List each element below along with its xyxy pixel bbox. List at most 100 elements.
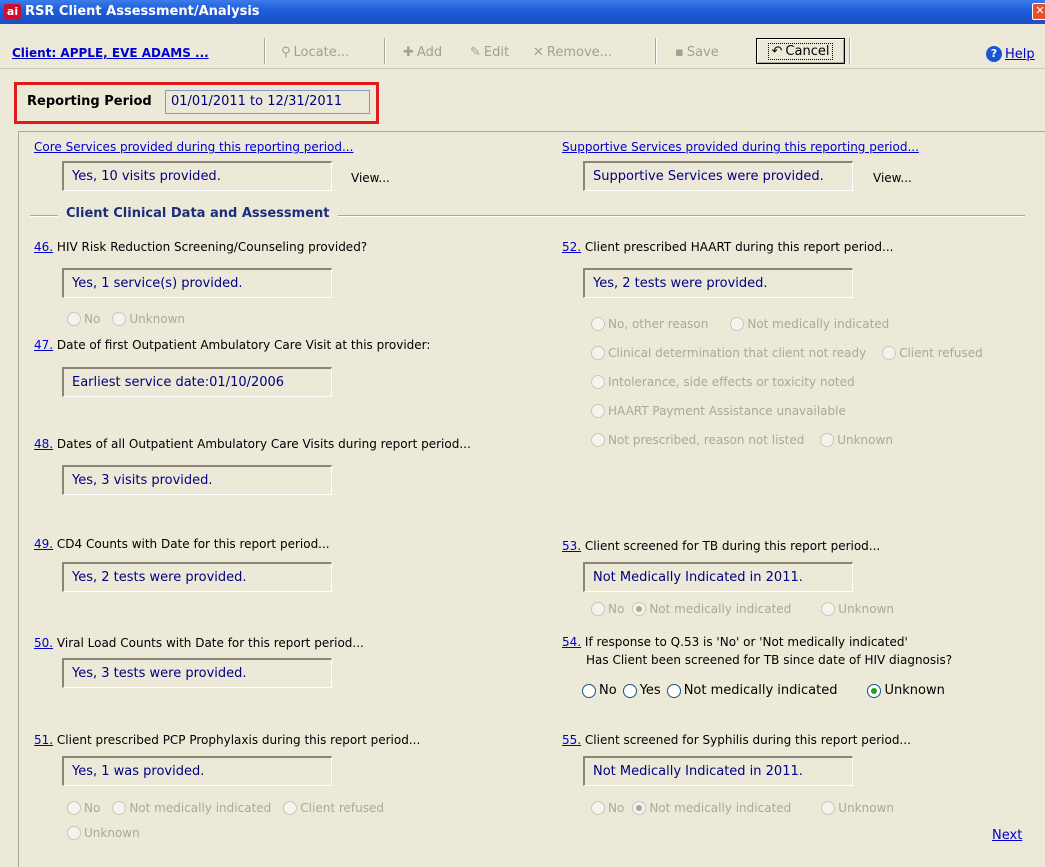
q52-option-client-refused[interactable]: Client refused — [882, 338, 983, 367]
q55-option-no[interactable]: No — [591, 801, 624, 815]
remove-label: Remove... — [546, 45, 613, 60]
toolbar-separator — [849, 38, 851, 64]
radio-icon — [283, 801, 298, 815]
q47-number-link[interactable]: 47. — [34, 338, 53, 352]
remove-button[interactable]: ✕ Remove... — [533, 45, 612, 60]
edit-label: Edit — [483, 45, 510, 60]
q53-field: Not Medically Indicated in 2011. — [583, 562, 853, 592]
add-button[interactable]: ✚ Add — [403, 45, 442, 60]
q52-option-not-prescribed[interactable]: Not prescribed, reason not listed — [591, 425, 804, 454]
toolbar-separator — [264, 38, 266, 64]
q55-radio-group: No Not medically indicated Unknown — [591, 801, 906, 815]
q46-option-unknown[interactable]: Unknown — [112, 312, 185, 326]
q52-option-no-other-reason[interactable]: No, other reason — [591, 317, 708, 331]
q52-option-not-medically-indicated[interactable]: Not medically indicated — [730, 317, 889, 331]
q53-option-not-medically-indicated[interactable]: Not medically indicated — [632, 602, 791, 616]
q52-field: Yes, 2 tests were provided. — [583, 268, 853, 298]
radio-icon — [112, 801, 127, 815]
undo-icon: ↶ — [771, 43, 783, 59]
q54-option-yes[interactable]: Yes — [622, 683, 661, 698]
q52-number-link[interactable]: 52. — [562, 240, 581, 254]
q52-option-intolerance[interactable]: Intolerance, side effects or toxicity no… — [591, 367, 855, 396]
q54-label: 54. If response to Q.53 is 'No' or 'Not … — [562, 635, 908, 649]
radio-icon — [666, 683, 681, 698]
q50-number-link[interactable]: 50. — [34, 636, 53, 650]
supportive-services-view-button[interactable]: View... — [873, 171, 912, 185]
q55-label: 55. Client screened for Syphilis during … — [562, 733, 911, 747]
edit-button[interactable]: ✎ Edit — [470, 45, 509, 60]
supportive-services-link[interactable]: Supportive Services provided during this… — [562, 140, 919, 154]
q54-option-no[interactable]: No — [582, 683, 617, 698]
radio-icon — [591, 403, 605, 418]
help-button[interactable]: ? Help — [986, 46, 1035, 62]
core-services-field: Yes, 10 visits provided. — [62, 161, 332, 191]
q50-field: Yes, 3 tests were provided. — [62, 658, 332, 688]
save-button[interactable]: ▪ Save — [675, 45, 719, 60]
q55-option-unknown[interactable]: Unknown — [821, 801, 894, 815]
q53-label: 53. Client screened for TB during this r… — [562, 539, 880, 553]
q46-text: HIV Risk Reduction Screening/Counseling … — [56, 240, 368, 254]
q47-text: Date of first Outpatient Ambulatory Care… — [56, 338, 431, 352]
floppy-disk-icon: ▪ — [675, 45, 684, 60]
q52-option-payment-assistance-unavailable[interactable]: HAART Payment Assistance unavailable — [591, 396, 846, 425]
q51-number-link[interactable]: 51. — [34, 733, 53, 747]
section-title: Client Clinical Data and Assessment — [58, 206, 338, 221]
q52-option-unknown[interactable]: Unknown — [820, 425, 893, 454]
q51-option-not-medically-indicated[interactable]: Not medically indicated — [112, 801, 271, 815]
q55-option-not-medically-indicated[interactable]: Not medically indicated — [632, 801, 791, 815]
core-services-view-button[interactable]: View... — [351, 171, 390, 185]
radio-icon — [67, 801, 81, 815]
q51-option-client-refused[interactable]: Client refused — [283, 801, 384, 815]
q49-text: CD4 Counts with Date for this report per… — [56, 537, 330, 551]
q46-number-link[interactable]: 46. — [34, 240, 53, 254]
q52-text: Client prescribed HAART during this repo… — [584, 240, 894, 254]
q52-option-clinical-determination[interactable]: Clinical determination that client not r… — [591, 338, 866, 367]
q54-option-unknown[interactable]: Unknown — [867, 683, 945, 698]
q49-field: Yes, 2 tests were provided. — [62, 562, 332, 592]
toolbar-separator — [384, 38, 386, 64]
q52-label: 52. Client prescribed HAART during this … — [562, 240, 893, 254]
radio-icon — [591, 317, 605, 331]
locate-button[interactable]: ⚲ Locate... — [281, 45, 349, 60]
radio-icon — [591, 345, 605, 360]
q50-text: Viral Load Counts with Date for this rep… — [56, 636, 364, 650]
cancel-button[interactable]: ↶ Cancel — [756, 38, 845, 64]
radio-selected-icon — [632, 801, 647, 815]
close-icon[interactable]: ✕ — [1032, 3, 1045, 20]
core-services-link[interactable]: Core Services provided during this repor… — [34, 140, 353, 154]
add-label: Add — [416, 45, 443, 60]
q51-option-unknown[interactable]: Unknown — [67, 826, 140, 840]
q49-number-link[interactable]: 49. — [34, 537, 53, 551]
cancel-label: Cancel — [785, 43, 830, 59]
binoculars-icon: ⚲ — [281, 45, 291, 60]
q51-option-no[interactable]: No — [67, 801, 100, 815]
q53-number-link[interactable]: 53. — [562, 539, 581, 553]
radio-selected-icon — [867, 683, 882, 698]
q46-radio-group: No Unknown — [67, 312, 197, 326]
client-name-link[interactable]: Client: APPLE, EVE ADAMS ... — [12, 46, 209, 60]
q46-field: Yes, 1 service(s) provided. — [62, 268, 332, 298]
q46-option-no[interactable]: No — [67, 312, 100, 326]
q54-option-not-medically-indicated[interactable]: Not medically indicated — [666, 683, 837, 698]
q53-option-unknown[interactable]: Unknown — [821, 602, 894, 616]
radio-icon — [622, 683, 637, 698]
reporting-period-field[interactable]: 01/01/2011 to 12/31/2011 — [165, 90, 370, 114]
q54-text-line2: Has Client been screened for TB since da… — [586, 653, 953, 667]
radio-icon — [821, 801, 836, 815]
radio-icon — [67, 826, 81, 840]
q48-number-link[interactable]: 48. — [34, 437, 53, 451]
locate-label: Locate... — [293, 45, 350, 60]
q55-number-link[interactable]: 55. — [562, 733, 581, 747]
app-icon: ai — [4, 4, 21, 19]
radio-icon — [67, 312, 81, 326]
radio-icon — [591, 374, 605, 389]
help-label: Help — [1005, 46, 1035, 62]
remove-x-icon: ✕ — [533, 45, 544, 60]
q54-number-link[interactable]: 54. — [562, 635, 581, 649]
radio-icon — [582, 683, 596, 698]
q52-radio-row1: No, other reason Not medically indicated — [591, 317, 901, 331]
q53-option-no[interactable]: No — [591, 602, 624, 616]
next-link[interactable]: Next — [992, 828, 1022, 843]
radio-icon — [591, 602, 605, 616]
radio-selected-icon — [632, 602, 647, 616]
